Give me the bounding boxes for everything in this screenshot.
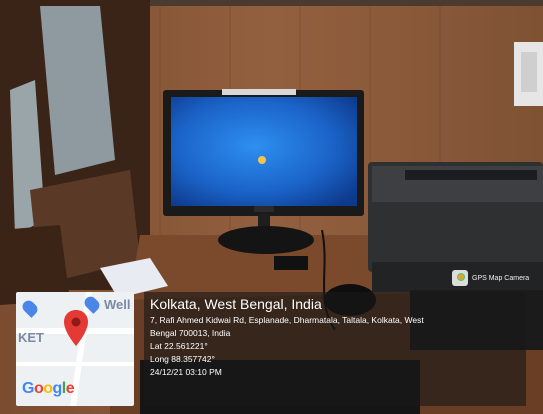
red-location-pin-icon [64,310,88,346]
google-logo: Google [22,380,75,397]
shopping-cart-pin-icon [20,298,40,318]
map-place-fragment: KET [18,330,44,345]
photo: GPS Map Camera Well KET Google Kolkata, … [0,0,543,414]
gps-map-camera-logo-icon [452,270,468,286]
gps-map-camera-badge: GPS Map Camera [452,270,529,286]
location-stamp: Well KET Google Kolkata, West Bengal, In… [16,292,526,406]
address-line-1: 7, Rafi Ahmed Kidwai Rd, Esplanade, Dhar… [150,315,424,325]
location-title: Kolkata, West Bengal, India [150,296,322,312]
map-place-fragment: Well [104,297,131,312]
location-info-panel: Kolkata, West Bengal, India 7, Rafi Ahme… [144,292,526,406]
latitude: Lat 22.561221° [150,341,208,351]
map-thumbnail: Well KET Google [16,292,134,406]
badge-label: GPS Map Camera [472,274,530,282]
longitude: Long 88.357742° [150,354,215,364]
datetime: 24/12/21 03:10 PM [150,367,222,377]
address-line-2: Bengal 700013, India [150,328,231,338]
